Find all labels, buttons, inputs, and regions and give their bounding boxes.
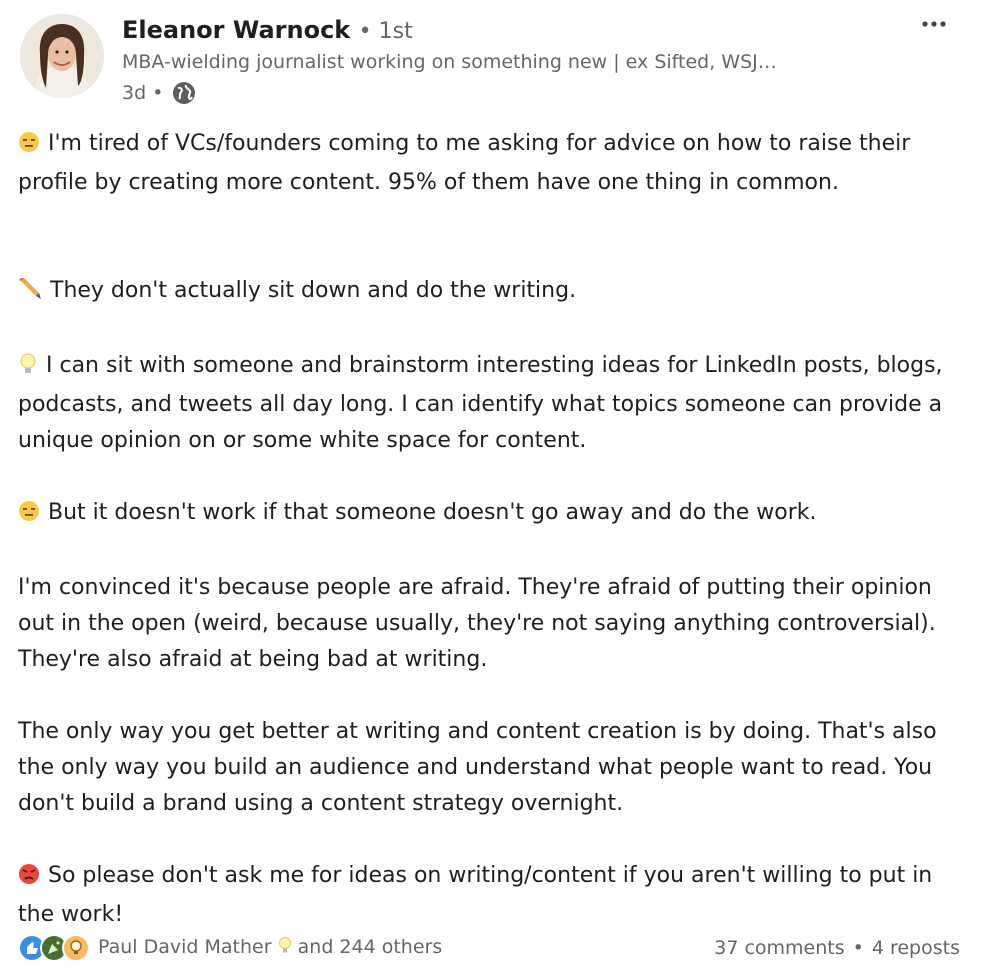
globe-icon [171, 80, 197, 106]
lightbulb-icon [18, 351, 38, 387]
author-avatar[interactable] [20, 14, 104, 98]
insightful-icon [62, 934, 90, 962]
post-paragraph: I can sit with someone and brainstorm in… [18, 348, 968, 459]
reaction-others[interactable]: and 244 others [298, 936, 443, 958]
expressionless-face-icon [18, 498, 40, 534]
post-paragraph: I'm convinced it's because people are af… [18, 575, 936, 672]
author-headline: MBA-wielding journalist working on somet… [122, 51, 777, 73]
paragraph-text: I can sit with someone and brainstorm in… [18, 353, 943, 453]
paragraph-text: They don't actually sit down and do the … [50, 278, 577, 303]
post-time: 3d • [122, 82, 164, 104]
post-paragraph: The only way you get better at writing a… [18, 719, 937, 816]
reactor-name[interactable]: Paul David Mather [98, 936, 272, 958]
paragraph-text: But it doesn't work if that someone does… [48, 500, 817, 525]
post-meta: 3d • [122, 80, 197, 106]
post-paragraph: So please don't ask me for ideas on writ… [18, 858, 968, 933]
social-counts: Paul David Mather and 244 others 37 comm… [18, 932, 960, 964]
reactors-link[interactable]: Paul David Mather and 244 others [98, 936, 442, 961]
engagement-counts: 37 comments • 4 reposts [714, 937, 960, 959]
post-paragraph: They don't actually sit down and do the … [18, 273, 968, 312]
angry-face-icon [18, 861, 40, 897]
more-options-button[interactable] [919, 14, 949, 34]
reaction-icons[interactable] [18, 934, 90, 962]
post-body: I'm tired of VCs/founders coming to me a… [18, 126, 968, 933]
paragraph-text: I'm tired of VCs/founders coming to me a… [18, 131, 911, 195]
separator-dot: • [852, 937, 864, 959]
post-paragraph: But it doesn't work if that someone does… [18, 495, 968, 534]
author-name[interactable]: Eleanor Warnock • 1st [122, 16, 413, 44]
paragraph-text: So please don't ask me for ideas on writ… [18, 863, 933, 927]
post-paragraph: I'm tired of VCs/founders coming to me a… [18, 126, 968, 201]
connection-degree: • 1st [358, 19, 413, 44]
pencil-icon [18, 276, 42, 312]
expressionless-face-icon [18, 129, 40, 165]
lightbulb-icon [278, 936, 292, 961]
ellipsis-icon [922, 21, 946, 27]
author-name-text[interactable]: Eleanor Warnock [122, 16, 350, 44]
comments-count[interactable]: 37 comments [714, 937, 844, 959]
reposts-count[interactable]: 4 reposts [872, 937, 960, 959]
